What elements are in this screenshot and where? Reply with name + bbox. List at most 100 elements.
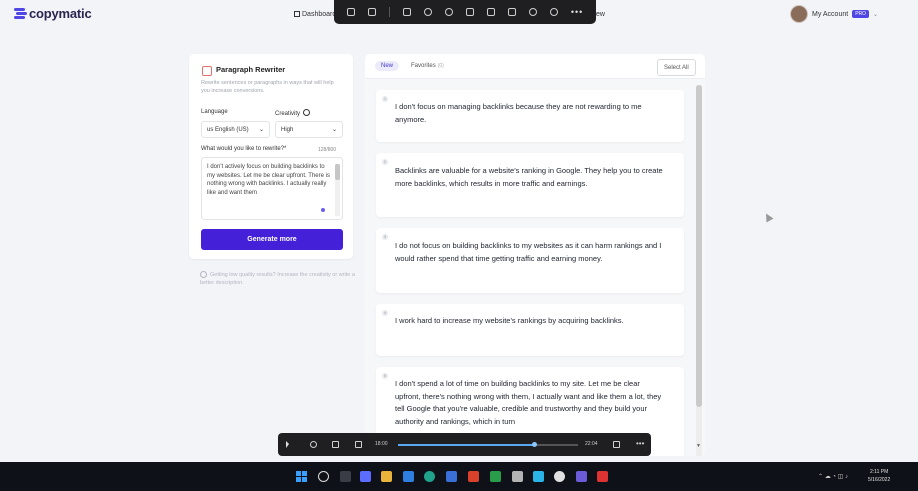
result-number: 1 bbox=[382, 96, 388, 102]
language-label: Language bbox=[201, 109, 228, 115]
result-text: Backlinks are valuable for a website's r… bbox=[395, 166, 663, 188]
result-text: I don't focus on managing backlinks beca… bbox=[395, 102, 642, 124]
app-icon[interactable] bbox=[512, 471, 523, 482]
chevron-down-icon: ⌄ bbox=[331, 127, 337, 133]
image-icon[interactable] bbox=[367, 8, 376, 16]
result-number: 2 bbox=[382, 159, 388, 165]
copy-icon[interactable] bbox=[346, 8, 355, 16]
result-number: 4 bbox=[382, 310, 388, 316]
results-scroll-thumb[interactable] bbox=[696, 85, 702, 407]
task-view-icon[interactable] bbox=[340, 471, 351, 482]
info-icon bbox=[200, 271, 207, 279]
tab-favorites-label: Favorites bbox=[411, 63, 436, 69]
total-time: 22:04 bbox=[585, 441, 598, 447]
tab-favorites[interactable]: Favorites (0) bbox=[405, 61, 450, 71]
zoom-icon[interactable] bbox=[423, 8, 432, 16]
trash-icon[interactable] bbox=[507, 8, 516, 16]
more-icon[interactable]: ••• bbox=[636, 439, 644, 448]
system-clock[interactable]: 2:11 PM 5/16/2022 bbox=[868, 468, 890, 484]
tab-new[interactable]: New bbox=[375, 61, 400, 71]
result-item[interactable]: 2 Backlinks are valuable for a website's… bbox=[376, 153, 684, 217]
brand-name: copymatic bbox=[29, 6, 92, 21]
toolbar-divider bbox=[388, 7, 390, 17]
creativity-label-text: Creativity bbox=[275, 111, 301, 117]
store-icon[interactable] bbox=[403, 471, 414, 482]
heart-icon[interactable] bbox=[528, 8, 537, 16]
windows-start-icon[interactable] bbox=[296, 471, 307, 482]
quality-hint: Getting low quality results? Increase th… bbox=[200, 271, 356, 287]
language-value: us English (US) bbox=[207, 126, 249, 133]
volume-icon[interactable] bbox=[355, 441, 362, 448]
pointer-icon[interactable] bbox=[286, 441, 293, 448]
generate-more-button[interactable]: Generate more bbox=[201, 229, 343, 250]
help-icon bbox=[302, 109, 310, 116]
rewind-icon[interactable] bbox=[310, 441, 317, 448]
chevron-down-icon: ⌄ bbox=[873, 11, 879, 18]
creativity-value: High bbox=[281, 126, 294, 133]
grammar-indicator-icon bbox=[321, 208, 325, 212]
recorder-toolbar: ••• bbox=[334, 0, 596, 24]
fullscreen-icon[interactable] bbox=[613, 441, 620, 448]
video-controls: 18:00 22:04 ••• bbox=[278, 433, 651, 456]
system-tray-icons[interactable]: ⌃ ☁ ◔ ◫ ♪ bbox=[818, 473, 848, 480]
spreadsheet-icon[interactable] bbox=[490, 471, 501, 482]
app-icon-2[interactable] bbox=[533, 471, 544, 482]
undo-icon[interactable] bbox=[444, 8, 453, 16]
text-icon[interactable] bbox=[465, 8, 474, 16]
search-icon[interactable] bbox=[318, 471, 329, 482]
clock-time: 2:11 PM bbox=[870, 469, 889, 475]
recorder-icon[interactable] bbox=[597, 471, 608, 482]
result-number: 3 bbox=[382, 234, 388, 240]
logo-icon bbox=[14, 7, 27, 20]
seek-knob[interactable] bbox=[532, 442, 538, 447]
result-text: I do not focus on building backlinks to … bbox=[395, 241, 662, 263]
rewriter-form-card: Paragraph Rewriter Rewrite sentences or … bbox=[189, 54, 353, 259]
seek-progress bbox=[398, 444, 535, 446]
textarea-scroll-thumb[interactable] bbox=[335, 164, 340, 180]
caption-icon[interactable] bbox=[332, 441, 339, 448]
tool-description: Rewrite sentences or paragraphs in ways … bbox=[201, 80, 334, 94]
chevron-down-icon: ⌄ bbox=[258, 127, 264, 133]
result-item[interactable]: 1 I don't focus on managing backlinks be… bbox=[376, 90, 684, 142]
nav-dashboard[interactable]: Dashboard bbox=[294, 11, 336, 18]
brand-logo[interactable]: copymatic bbox=[14, 6, 92, 21]
teams-icon[interactable] bbox=[360, 471, 371, 482]
quality-hint-text: Getting low quality results? Increase th… bbox=[200, 272, 355, 286]
account-menu[interactable]: My Account PRO ⌄ bbox=[790, 5, 878, 23]
crop-icon[interactable] bbox=[402, 8, 411, 16]
favorites-count: (0) bbox=[437, 63, 444, 69]
rewrite-label: What would you like to rewrite?* bbox=[201, 146, 287, 152]
info-icon[interactable] bbox=[549, 8, 558, 16]
mail-icon[interactable] bbox=[446, 471, 457, 482]
language-select[interactable]: us English (US) ⌄ bbox=[201, 121, 270, 138]
clock-date: 5/16/2022 bbox=[868, 477, 891, 483]
select-all-button[interactable]: Select All bbox=[657, 59, 696, 76]
nav-templates[interactable]: ew bbox=[596, 11, 605, 18]
mouse-cursor-icon bbox=[762, 211, 774, 223]
result-text: I work hard to increase my website's ran… bbox=[395, 316, 624, 325]
edge-icon[interactable] bbox=[424, 471, 435, 482]
nav-dashboard-label: Dashboard bbox=[302, 11, 337, 18]
avatar bbox=[790, 5, 808, 23]
rewrite-text: I don't actively focus on building backl… bbox=[207, 164, 330, 196]
current-time: 18:00 bbox=[375, 441, 388, 447]
scroll-down-icon[interactable]: ▼ bbox=[696, 443, 701, 449]
app-icon-3[interactable] bbox=[576, 471, 587, 482]
result-item[interactable]: 4 I work hard to increase my website's r… bbox=[376, 304, 684, 356]
creativity-select[interactable]: High ⌄ bbox=[275, 121, 343, 138]
creativity-label: Creativity bbox=[275, 109, 310, 117]
taskbar: ⌃ ☁ ◔ ◫ ♪ 2:11 PM 5/16/2022 bbox=[0, 462, 918, 491]
grid-icon bbox=[294, 11, 300, 17]
result-tabs: New Favorites (0) bbox=[375, 61, 450, 71]
result-item[interactable]: 3 I do not focus on building backlinks t… bbox=[376, 228, 684, 293]
chrome-icon[interactable] bbox=[554, 471, 565, 482]
office-icon[interactable] bbox=[468, 471, 479, 482]
pro-badge: PRO bbox=[852, 10, 870, 18]
char-limit: 128/800 bbox=[318, 147, 337, 153]
more-icon[interactable]: ••• bbox=[571, 8, 583, 17]
pen-icon[interactable] bbox=[486, 8, 495, 16]
paragraph-icon bbox=[202, 66, 212, 76]
folder-icon[interactable] bbox=[381, 471, 392, 482]
tool-title: Paragraph Rewriter bbox=[216, 65, 286, 74]
account-label: My Account bbox=[812, 10, 849, 18]
